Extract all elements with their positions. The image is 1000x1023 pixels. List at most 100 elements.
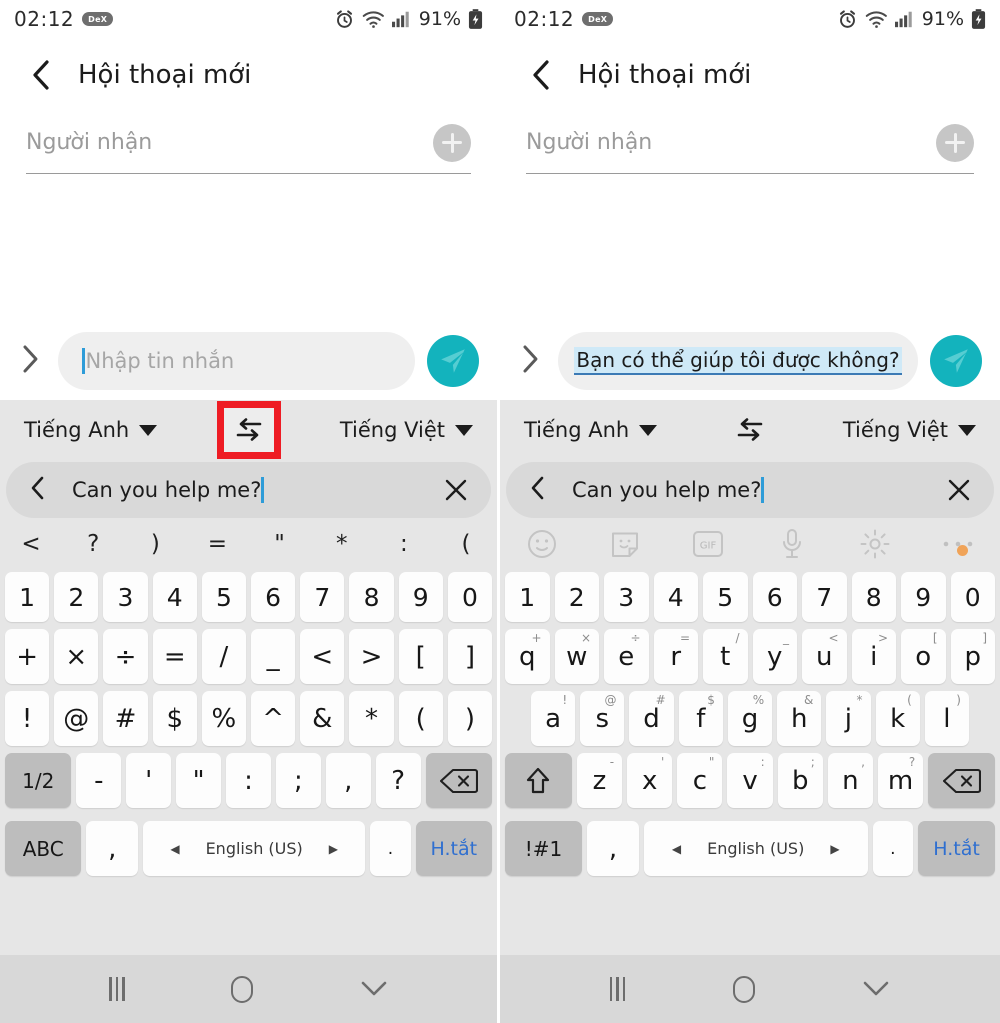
suggestion-item[interactable]: ) bbox=[124, 532, 186, 556]
key-g[interactable]: g bbox=[727, 691, 773, 746]
backspace-icon[interactable] bbox=[928, 753, 996, 808]
key-@[interactable]: @ bbox=[54, 691, 99, 746]
key-l[interactable]: l bbox=[924, 691, 969, 746]
key-comma[interactable]: , bbox=[86, 821, 139, 876]
key-5[interactable]: 5 bbox=[703, 572, 748, 622]
target-language-selector[interactable]: Tiếng Việt bbox=[340, 418, 473, 442]
chevron-down-icon[interactable] bbox=[862, 980, 890, 998]
recents-icon[interactable] bbox=[109, 977, 125, 1001]
key-*[interactable]: * bbox=[349, 691, 394, 746]
key-([interactable]: ( bbox=[398, 691, 443, 746]
key-5[interactable]: 5 bbox=[201, 572, 247, 622]
key-8[interactable]: 8 bbox=[349, 572, 394, 622]
key-$[interactable]: $ bbox=[152, 691, 197, 746]
key-][interactable]: ] bbox=[447, 629, 493, 684]
recipient-field[interactable]: Người nhận bbox=[526, 112, 974, 174]
source-language-selector[interactable]: Tiếng Anh bbox=[24, 418, 158, 442]
translate-back-icon[interactable] bbox=[28, 475, 50, 505]
key-2[interactable]: 2 bbox=[54, 572, 99, 622]
key-[[interactable]: [ bbox=[398, 629, 443, 684]
key-7[interactable]: 7 bbox=[300, 572, 345, 622]
key-o[interactable]: o bbox=[901, 629, 946, 684]
key-1/2[interactable]: 1/2 bbox=[5, 753, 72, 808]
key-comma[interactable]: , bbox=[586, 821, 639, 876]
key-:[interactable]: : bbox=[226, 753, 271, 808]
key-,[interactable]: , bbox=[325, 753, 371, 808]
key-/[interactable]: / bbox=[201, 629, 247, 684]
key-c[interactable]: c bbox=[677, 753, 723, 808]
key-e[interactable]: e bbox=[604, 629, 649, 684]
chevron-down-icon[interactable] bbox=[360, 980, 388, 998]
key-=[interactable]: = bbox=[152, 629, 197, 684]
prev-language-icon[interactable]: ◀ bbox=[672, 842, 681, 856]
key-n[interactable]: n bbox=[827, 753, 873, 808]
key-#[interactable]: # bbox=[103, 691, 148, 746]
key-b[interactable]: b bbox=[777, 753, 823, 808]
target-language-selector[interactable]: Tiếng Việt bbox=[843, 418, 976, 442]
suggestion-item[interactable]: " bbox=[249, 532, 311, 556]
key-![interactable]: ! bbox=[5, 691, 50, 746]
key--[interactable]: - bbox=[76, 753, 122, 808]
key-9[interactable]: 9 bbox=[901, 572, 946, 622]
key->[interactable]: > bbox=[349, 629, 394, 684]
suggestion-item[interactable]: < bbox=[0, 532, 62, 556]
key-&[interactable]: & bbox=[300, 691, 345, 746]
key-÷[interactable]: ÷ bbox=[103, 629, 148, 684]
key-2[interactable]: 2 bbox=[554, 572, 599, 622]
swap-languages-button[interactable] bbox=[718, 401, 782, 459]
next-language-icon[interactable]: ▶ bbox=[329, 842, 338, 856]
suggestion-item[interactable]: ( bbox=[435, 532, 497, 556]
microphone-icon[interactable] bbox=[750, 528, 833, 560]
back-icon[interactable] bbox=[26, 58, 56, 92]
key-w[interactable]: w bbox=[554, 629, 599, 684]
key-_[interactable]: _ bbox=[251, 629, 296, 684]
key-period[interactable]: . bbox=[370, 821, 411, 876]
suggestion-item[interactable]: ? bbox=[62, 532, 124, 556]
key-switch-symbols[interactable]: !#1 bbox=[505, 821, 582, 876]
key-8[interactable]: 8 bbox=[851, 572, 896, 622]
key-7[interactable]: 7 bbox=[802, 572, 847, 622]
key-a[interactable]: a bbox=[531, 691, 576, 746]
key-switch-abc[interactable]: ABC bbox=[5, 821, 82, 876]
sticker-icon[interactable] bbox=[583, 529, 666, 559]
key-t[interactable]: t bbox=[703, 629, 748, 684]
key-1[interactable]: 1 bbox=[505, 572, 550, 622]
clear-translate-input-button[interactable] bbox=[443, 477, 469, 503]
key-m[interactable]: m bbox=[878, 753, 924, 808]
send-button[interactable] bbox=[930, 335, 982, 387]
key-6[interactable]: 6 bbox=[752, 572, 797, 622]
add-recipient-button[interactable] bbox=[433, 123, 471, 162]
emoji-icon[interactable] bbox=[500, 528, 583, 560]
key-space[interactable]: ◀ English (US) ▶ bbox=[143, 821, 366, 876]
back-icon[interactable] bbox=[526, 58, 556, 92]
prev-language-icon[interactable]: ◀ bbox=[170, 842, 179, 856]
key-<[interactable]: < bbox=[300, 629, 345, 684]
key-?[interactable]: ? bbox=[375, 753, 421, 808]
key-3[interactable]: 3 bbox=[103, 572, 148, 622]
source-language-selector[interactable]: Tiếng Anh bbox=[524, 418, 658, 442]
key-d[interactable]: d bbox=[629, 691, 674, 746]
key-s[interactable]: s bbox=[580, 691, 625, 746]
key-hide-keyboard[interactable]: H.tắt bbox=[918, 821, 995, 876]
key-4[interactable]: 4 bbox=[653, 572, 698, 622]
message-input[interactable]: Bạn có thể giúp tôi được không? bbox=[558, 332, 918, 390]
key-;[interactable]: ; bbox=[275, 753, 321, 808]
gif-icon[interactable]: GIF bbox=[667, 530, 750, 558]
recents-icon[interactable] bbox=[609, 977, 626, 1001]
key-9[interactable]: 9 bbox=[398, 572, 443, 622]
settings-icon[interactable] bbox=[833, 529, 916, 559]
clear-translate-input-button[interactable] bbox=[946, 477, 972, 503]
key-space[interactable]: ◀ English (US) ▶ bbox=[643, 821, 868, 876]
key-hide-keyboard[interactable]: H.tắt bbox=[415, 821, 492, 876]
key-j[interactable]: j bbox=[826, 691, 871, 746]
key-4[interactable]: 4 bbox=[152, 572, 197, 622]
key-f[interactable]: f bbox=[678, 691, 723, 746]
key-v[interactable]: v bbox=[727, 753, 773, 808]
translate-back-icon[interactable] bbox=[528, 475, 550, 505]
translate-input-field[interactable]: Can you help me? bbox=[506, 462, 994, 518]
key-z[interactable]: z bbox=[576, 753, 623, 808]
key-period[interactable]: . bbox=[872, 821, 914, 876]
key-h[interactable]: h bbox=[777, 691, 822, 746]
key-q[interactable]: q bbox=[505, 629, 550, 684]
key-6[interactable]: 6 bbox=[251, 572, 296, 622]
